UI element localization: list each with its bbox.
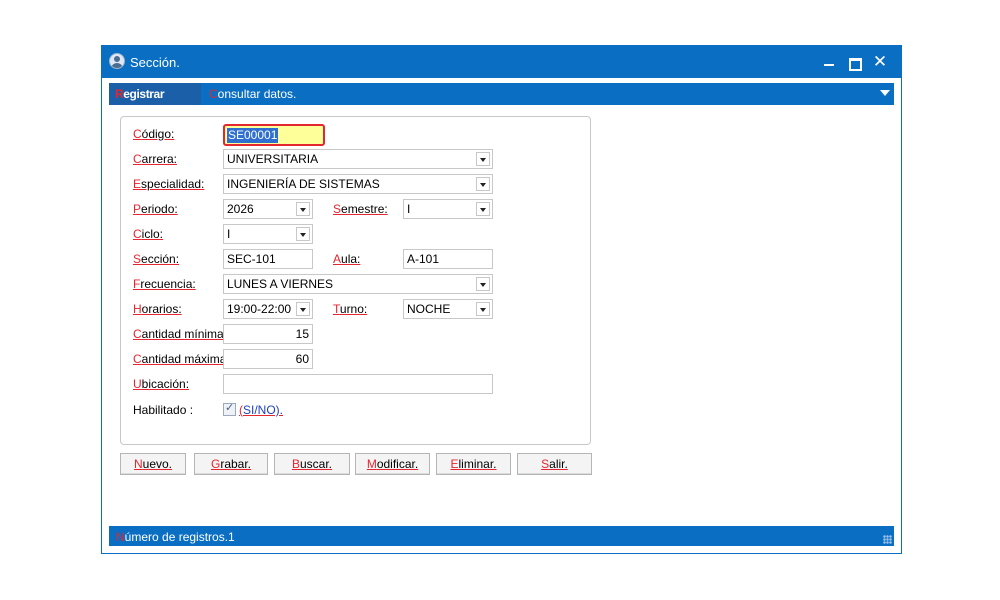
- buscar-button[interactable]: Buscar.: [274, 453, 350, 475]
- habilitado-option-label[interactable]: (SI/NO).: [239, 403, 283, 417]
- periodo-label: Periodo:: [133, 202, 178, 216]
- especialidad-value: INGENIERÍA DE SISTEMAS: [227, 177, 380, 191]
- seccion-window: Sección. ✕ Registrar datos. Consultar da…: [101, 45, 902, 554]
- codigo-label: Código:: [133, 127, 175, 141]
- seccion-label: Sección:: [133, 252, 180, 266]
- close-icon: ✕: [872, 52, 888, 71]
- ciclo-label: Ciclo:: [133, 227, 164, 241]
- semestre-value: I: [407, 202, 411, 216]
- especialidad-select[interactable]: INGENIERÍA DE SISTEMAS: [223, 174, 493, 194]
- seccion-input[interactable]: SEC-101: [223, 249, 313, 269]
- semestre-label: Semestre:: [333, 202, 388, 216]
- habilitado-label: Habilitado :: [133, 403, 194, 417]
- record-count-value: 1: [228, 530, 235, 544]
- salir-button[interactable]: Salir.: [517, 453, 592, 475]
- tab-dropdown-icon[interactable]: [880, 90, 890, 96]
- chevron-down-icon[interactable]: [476, 152, 490, 166]
- modificar-button[interactable]: Modificar.: [355, 453, 430, 475]
- maximize-button[interactable]: [843, 52, 865, 72]
- cantidad-maxima-input[interactable]: 60: [223, 349, 313, 369]
- tab-consultar-datos[interactable]: Consultar datos.: [203, 83, 302, 105]
- cantidad-minima-label: Cantidad mínima:: [133, 327, 228, 341]
- carrera-value: UNIVERSITARIA: [227, 152, 319, 166]
- chevron-down-icon[interactable]: [476, 277, 490, 291]
- horarios-select[interactable]: 19:00-22:00: [223, 299, 313, 319]
- periodo-select[interactable]: 2026: [223, 199, 313, 219]
- ciclo-select[interactable]: I: [223, 224, 313, 244]
- cantidad-maxima-label: Cantidad máxima:: [133, 352, 230, 366]
- turno-select[interactable]: NOCHE: [403, 299, 493, 319]
- aula-input[interactable]: A-101: [403, 249, 493, 269]
- minimize-button[interactable]: [818, 52, 840, 72]
- ciclo-value: I: [227, 227, 231, 241]
- chevron-down-icon[interactable]: [296, 202, 310, 216]
- status-bar: Número de registros. 1: [109, 526, 894, 546]
- tab-registrar-datos[interactable]: Registrar datos.: [109, 83, 201, 123]
- tab-bar: Registrar datos. Consultar datos.: [109, 83, 894, 123]
- chevron-down-icon[interactable]: [476, 302, 490, 316]
- semestre-select[interactable]: I: [403, 199, 493, 219]
- frecuencia-label: Frecuencia:: [133, 277, 196, 291]
- ubicacion-label: Ubicación:: [133, 377, 190, 391]
- form-panel: Código: SE00001 Carrera: UNIVERSITARIA E…: [120, 116, 591, 445]
- check-icon: ✓: [225, 402, 235, 414]
- turno-label: Turno:: [333, 302, 368, 316]
- record-count-label: Número de registros.: [116, 530, 229, 544]
- especialidad-label: Especialidad:: [133, 177, 205, 191]
- aula-label: Aula:: [333, 252, 361, 266]
- chevron-down-icon[interactable]: [476, 202, 490, 216]
- horarios-value: 19:00-22:00: [227, 302, 292, 316]
- horarios-label: Horarios:: [133, 302, 182, 316]
- chevron-down-icon[interactable]: [296, 302, 310, 316]
- frecuencia-select[interactable]: LUNES A VIERNES: [223, 274, 493, 294]
- periodo-value: 2026: [227, 202, 254, 216]
- tab-label: onsultar datos.: [217, 87, 297, 101]
- habilitado-checkbox[interactable]: ✓: [223, 402, 236, 416]
- window-title: Sección.: [130, 55, 180, 70]
- eliminar-button[interactable]: Eliminar.: [436, 453, 511, 475]
- turno-value: NOCHE: [407, 302, 451, 316]
- codigo-input[interactable]: SE00001: [223, 124, 325, 146]
- grabar-button[interactable]: Grabar.: [194, 453, 268, 475]
- close-button[interactable]: ✕: [869, 52, 891, 72]
- tab-hotkey: C: [209, 87, 218, 101]
- title-bar[interactable]: Sección. ✕: [102, 46, 901, 78]
- ubicacion-input[interactable]: [223, 374, 493, 394]
- minimize-icon: [824, 64, 834, 66]
- nuevo-button[interactable]: Nuevo.: [120, 453, 186, 475]
- frecuencia-value: LUNES A VIERNES: [227, 277, 334, 291]
- codigo-value: SE00001: [227, 128, 279, 143]
- chevron-down-icon[interactable]: [296, 227, 310, 241]
- maximize-icon: [849, 58, 862, 71]
- chevron-down-icon[interactable]: [476, 177, 490, 191]
- carrera-select[interactable]: UNIVERSITARIA: [223, 149, 493, 169]
- cantidad-minima-input[interactable]: 15: [223, 324, 313, 344]
- resize-grip-icon[interactable]: [883, 535, 892, 544]
- user-app-icon: [109, 53, 125, 69]
- carrera-label: Carrera:: [133, 152, 178, 166]
